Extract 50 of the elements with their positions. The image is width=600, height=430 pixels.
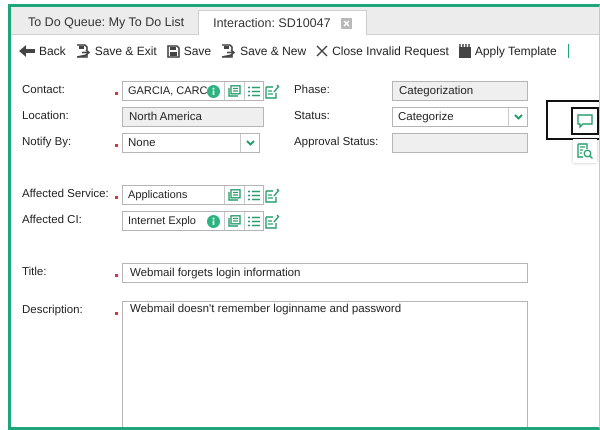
document-search-icon: [577, 143, 593, 159]
field-label: Phase:: [294, 83, 331, 96]
read-only-field: North America: [122, 107, 264, 127]
title-input[interactable]: Webmail forgets login information: [122, 263, 528, 283]
field-label: Affected CI:: [22, 213, 83, 226]
save-arrow-icon: [76, 44, 91, 58]
toolbar-button[interactable]: Save & Exit: [72, 42, 160, 60]
field-label: Contact:: [22, 83, 66, 96]
cards-icon[interactable]: [228, 189, 241, 201]
chevron-down-icon: [246, 140, 254, 146]
lookup-field[interactable]: Applications: [122, 185, 264, 205]
toolbar-button[interactable]: Close Invalid Request: [313, 42, 452, 60]
dropdown[interactable]: None: [122, 133, 260, 153]
list-icon[interactable]: [248, 190, 260, 200]
chat-bubble-icon: [577, 114, 593, 128]
dropdown[interactable]: Categorize: [392, 107, 528, 127]
field-label: Location:: [22, 109, 70, 122]
back-arrow-icon: [19, 45, 35, 57]
edit-form-icon[interactable]: [265, 214, 280, 228]
cards-icon[interactable]: [228, 215, 241, 227]
list-icon[interactable]: [248, 216, 260, 226]
tab[interactable]: To Do Queue: My To Do List: [14, 10, 198, 34]
side-tool-button[interactable]: [573, 139, 597, 163]
field-label: Affected Service:: [22, 187, 110, 200]
field-label: Notify By:: [22, 135, 72, 148]
field-label: Description:: [22, 303, 84, 316]
save-icon: [166, 44, 180, 58]
close-icon: [316, 45, 328, 57]
clapperboard-icon: [458, 44, 471, 58]
toolbar-button[interactable]: Save: [164, 42, 214, 60]
field-label: Status:: [294, 109, 331, 122]
chevron-down-icon: [514, 114, 522, 120]
info-icon[interactable]: [207, 214, 220, 228]
info-icon[interactable]: [207, 84, 220, 98]
toolbar-button[interactable]: Apply Template: [456, 42, 560, 60]
lookup-field[interactable]: Internet Explo: [122, 211, 264, 231]
edit-form-icon[interactable]: [265, 84, 280, 98]
toolbar-button[interactable]: Back: [16, 42, 69, 60]
save-arrow-icon: [221, 44, 236, 58]
list-icon[interactable]: [248, 86, 260, 96]
field-label: Approval Status:: [294, 135, 380, 148]
read-only-field: Categorization: [392, 81, 528, 101]
toolbar-button[interactable]: Save & New: [218, 42, 310, 60]
cards-icon[interactable]: [228, 85, 242, 97]
tab[interactable]: Interaction: SD10047: [198, 10, 367, 35]
field-label: Title:: [22, 265, 48, 278]
edit-form-icon[interactable]: [265, 188, 280, 202]
lookup-field[interactable]: GARCIA, CARC: [122, 81, 264, 101]
description-textarea[interactable]: Webmail doesn't remember loginname and password: [122, 301, 528, 427]
close-icon[interactable]: [340, 18, 352, 28]
